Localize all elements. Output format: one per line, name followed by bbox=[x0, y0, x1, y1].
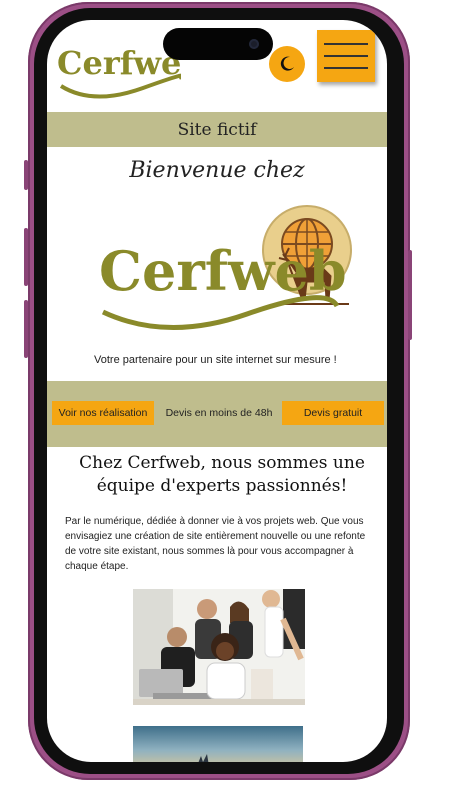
phone-side-button bbox=[24, 160, 28, 190]
view-realisations-button[interactable]: Voir nos réalisation bbox=[52, 401, 154, 425]
intro-title: Chez Cerfweb, nous sommes une équipe d'e… bbox=[79, 453, 365, 496]
free-quote-button[interactable]: Devis gratuit bbox=[282, 401, 384, 425]
moon-icon bbox=[280, 56, 294, 71]
hero-logo: Cerfweb bbox=[99, 205, 352, 330]
hamburger-icon bbox=[324, 55, 368, 57]
theme-toggle-button[interactable] bbox=[269, 46, 305, 82]
dynamic-island bbox=[163, 28, 273, 60]
logo-text: Cerfweb bbox=[57, 44, 181, 82]
tagline: Votre partenaire pour un site internet s… bbox=[94, 354, 337, 366]
hamburger-icon bbox=[324, 43, 368, 45]
welcome-heading: Bienvenue chez bbox=[129, 158, 305, 183]
phone-side-button bbox=[24, 228, 28, 286]
banner-title: Site fictif bbox=[177, 119, 257, 140]
team-photo bbox=[133, 589, 305, 705]
hamburger-menu-button[interactable] bbox=[317, 30, 375, 82]
hamburger-icon bbox=[324, 67, 368, 69]
cta-band: Voir nos réalisation Devis en moins de 4… bbox=[47, 381, 387, 447]
cerfweb-logo[interactable]: Cerfweb bbox=[53, 26, 181, 104]
site-banner: Site fictif bbox=[47, 112, 387, 147]
sky-photo bbox=[133, 726, 303, 762]
phone-side-button bbox=[24, 300, 28, 358]
intro-paragraph: Par le numérique, dédiée à donner vie à … bbox=[65, 516, 366, 572]
quote-delay-text: Devis en moins de 48h bbox=[165, 407, 273, 419]
phone-side-button bbox=[408, 250, 412, 340]
phone-screen: Cerfweb Site fictif Bienvenue chez bbox=[47, 20, 387, 762]
hero-logo-text: Cerfweb bbox=[99, 239, 347, 303]
camera-icon bbox=[249, 39, 259, 49]
